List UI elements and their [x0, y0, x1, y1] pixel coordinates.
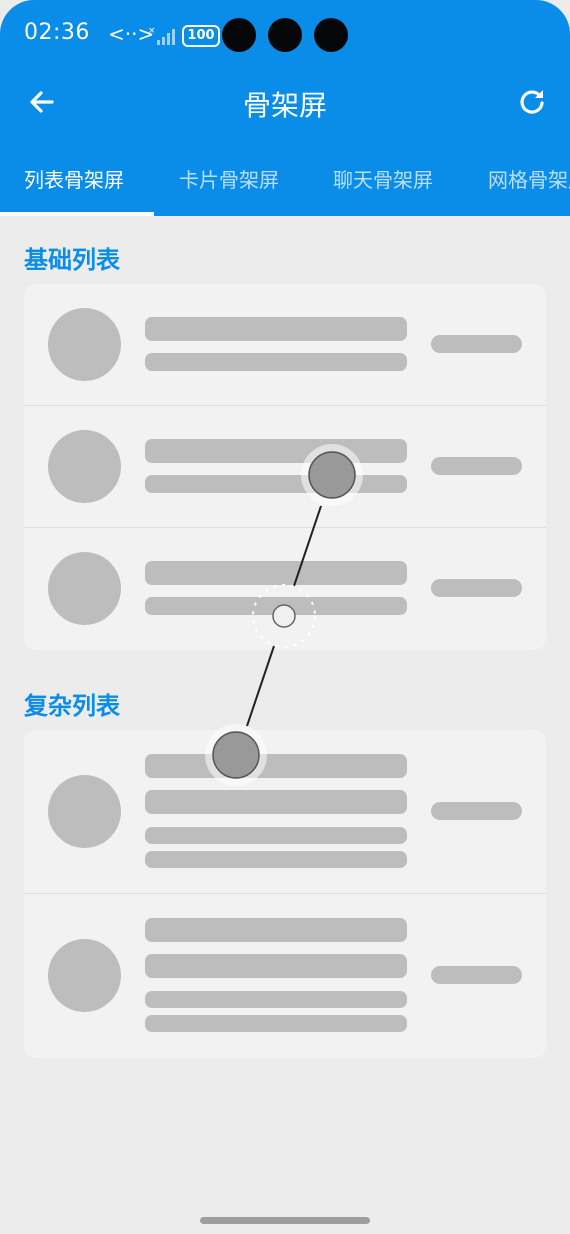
top-header: 02:36 <··> × 100 骨架屏 列表骨架屏 卡片骨架屏 聊天骨架屏 网…: [0, 0, 570, 216]
meta-placeholder: [431, 802, 522, 820]
title-placeholder: [145, 561, 407, 585]
avatar-placeholder: [48, 939, 121, 1012]
description-placeholder: [145, 827, 407, 844]
list-item: [24, 894, 546, 1058]
description-placeholder: [145, 991, 407, 1008]
subtitle-placeholder: [145, 475, 407, 493]
subtitle-placeholder: [145, 790, 407, 814]
tab-grid-skeleton[interactable]: 网格骨架屏: [488, 164, 570, 193]
page-title: 骨架屏: [242, 89, 327, 122]
tab-chat-skeleton[interactable]: 聊天骨架屏: [333, 164, 433, 193]
camera-cutout: [314, 18, 348, 52]
status-bar: 02:36 <··> × 100: [0, 0, 570, 72]
tab-card-skeleton[interactable]: 卡片骨架屏: [179, 164, 279, 193]
meta-placeholder: [431, 966, 522, 984]
battery-indicator: 100: [182, 25, 220, 47]
title-placeholder: [145, 317, 407, 341]
description-placeholder: [145, 1015, 407, 1032]
avatar-placeholder: [48, 552, 121, 625]
avatar-placeholder: [48, 308, 121, 381]
meta-placeholder: [431, 335, 522, 353]
tab-list-skeleton[interactable]: 列表骨架屏: [24, 164, 124, 193]
meta-placeholder: [431, 579, 522, 597]
signal-icon: ×: [148, 26, 175, 45]
description-placeholder: [145, 851, 407, 868]
app-bar: 骨架屏: [0, 72, 570, 136]
avatar-placeholder: [48, 430, 121, 503]
meta-placeholder: [431, 457, 522, 475]
basic-list-card: [24, 284, 546, 650]
active-tab-indicator: [0, 212, 154, 216]
list-item: [24, 284, 546, 405]
camera-cutout: [268, 18, 302, 52]
camera-cutout: [222, 18, 256, 52]
title-placeholder: [145, 754, 407, 778]
avatar-placeholder: [48, 775, 121, 848]
complex-list-card: [24, 730, 546, 1058]
tab-bar: 列表骨架屏 卡片骨架屏 聊天骨架屏 网格骨架屏: [0, 152, 570, 216]
section-title-basic: 基础列表: [24, 246, 120, 274]
subtitle-placeholder: [145, 353, 407, 371]
subtitle-placeholder: [145, 954, 407, 978]
section-title-complex: 复杂列表: [24, 692, 120, 720]
app-screen: 02:36 <··> × 100 骨架屏 列表骨架屏 卡片骨架屏 聊天骨架屏 网…: [0, 0, 570, 1234]
list-item: [24, 528, 546, 650]
title-placeholder: [145, 918, 407, 942]
title-placeholder: [145, 439, 407, 463]
list-item: [24, 406, 546, 527]
status-time: 02:36: [24, 20, 90, 45]
refresh-icon[interactable]: [516, 86, 548, 118]
subtitle-placeholder: [145, 597, 407, 615]
svg-text:×: ×: [148, 26, 156, 36]
home-indicator[interactable]: [200, 1217, 370, 1224]
list-item: [24, 730, 546, 893]
